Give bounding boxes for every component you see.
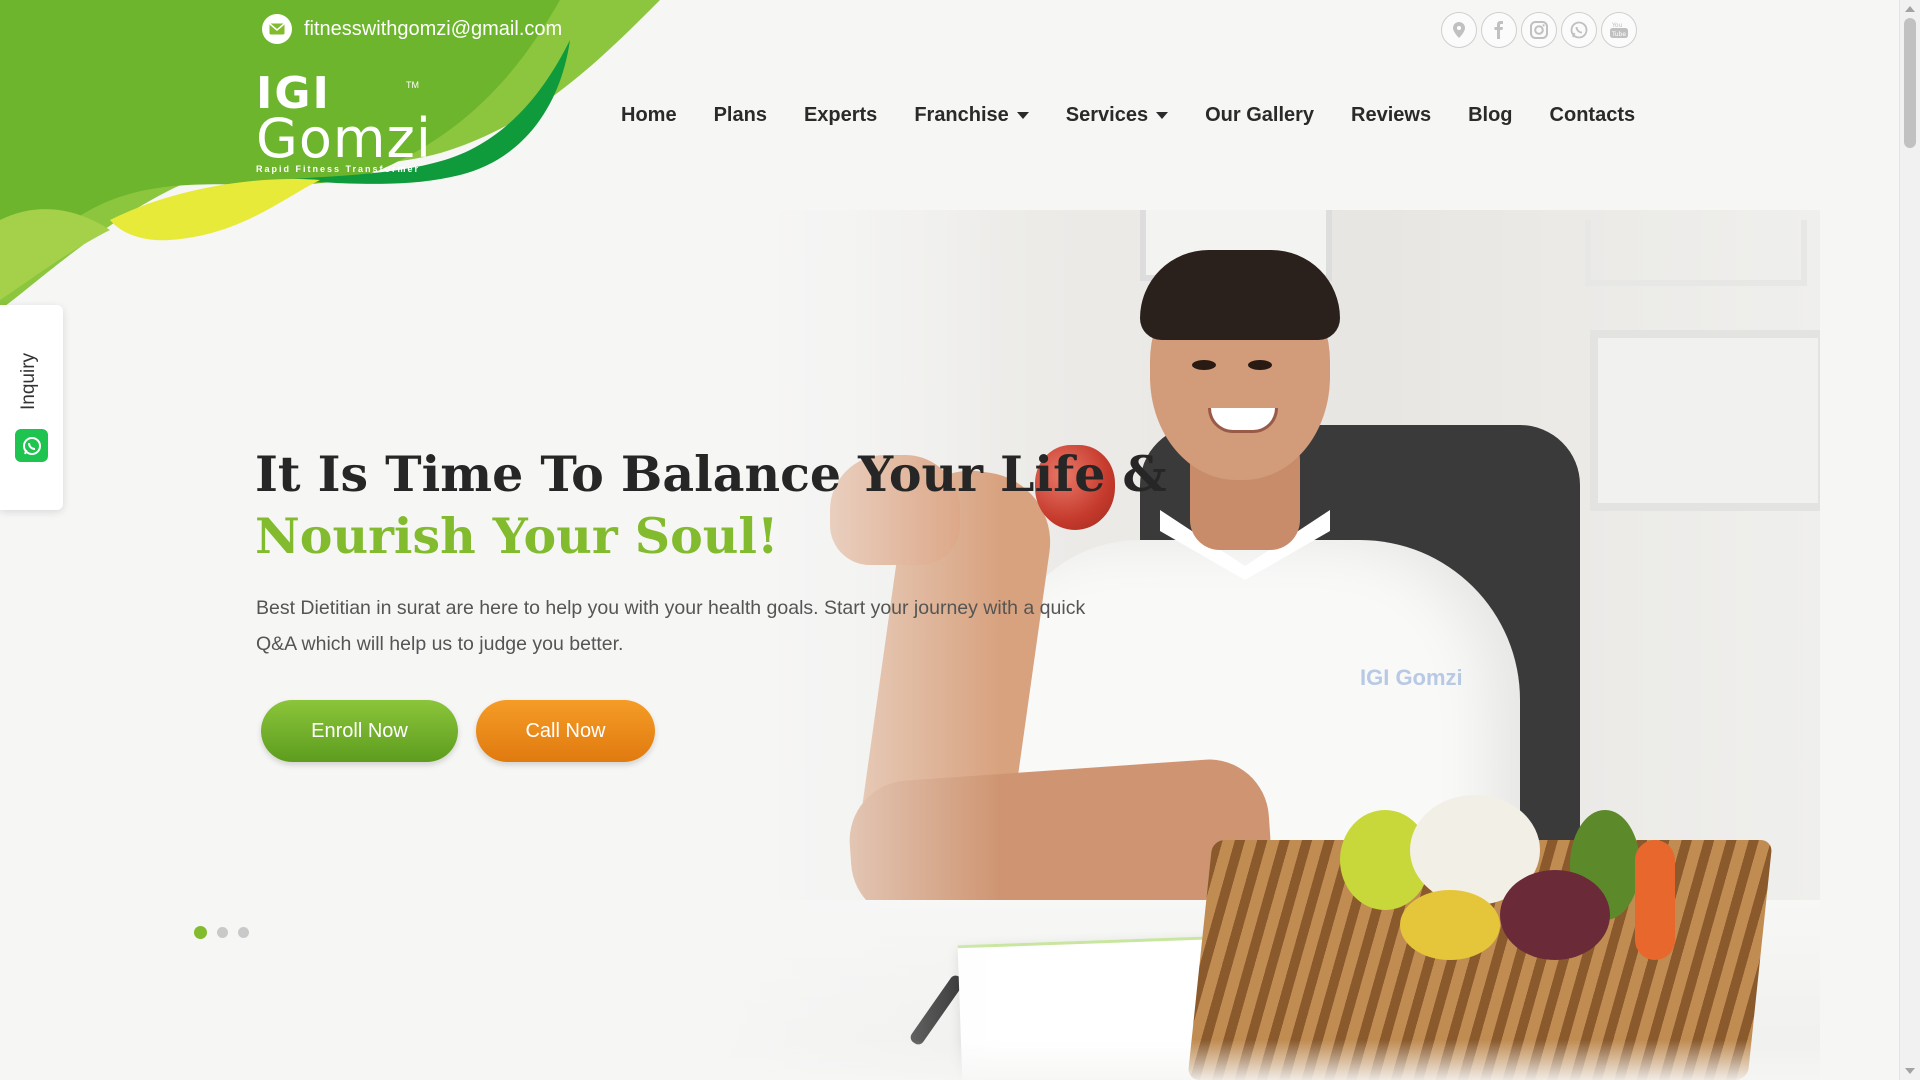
nav-label: Reviews [1351, 104, 1432, 126]
wall-frame [1590, 330, 1820, 511]
logo-wordmark: Gomzi [256, 107, 432, 170]
nav-label: Blog [1468, 104, 1513, 126]
facebook-icon[interactable] [1481, 12, 1517, 48]
instagram-icon[interactable] [1521, 12, 1557, 48]
social-links: You Tube [1441, 12, 1637, 48]
scrollbar-thumb[interactable] [1904, 18, 1916, 148]
slider-pagination [194, 926, 249, 939]
svg-text:You: You [1611, 22, 1623, 29]
page: IGI Gomzi fitnesswithgomzi@gmail.com You… [0, 0, 1920, 1080]
wall-frame [1585, 220, 1807, 286]
gomzi-logo[interactable]: IGI Gomzi Rapid Fitness Transformer TM [256, 72, 432, 175]
contact-email[interactable]: fitnesswithgomzi@gmail.com [262, 14, 562, 44]
nav-label: Contacts [1549, 104, 1636, 126]
nav-label: Home [621, 104, 677, 126]
slide-dot-1[interactable] [194, 926, 207, 939]
hero-heading-line1: It Is Time To Balance Your Life & [255, 445, 1167, 503]
scroll-up-arrow-icon[interactable] [1905, 6, 1915, 12]
whatsapp-icon[interactable] [15, 429, 48, 462]
caret-down-icon [1016, 112, 1029, 119]
call-now-button[interactable]: Call Now [476, 700, 655, 762]
slide-dot-3[interactable] [238, 927, 249, 938]
envelope-icon [262, 14, 292, 44]
hero-heading-line2: Nourish Your Soul! [255, 507, 779, 565]
logo-tagline: Rapid Fitness Transformer [256, 164, 421, 174]
caret-down-icon [1156, 112, 1169, 119]
inquiry-tab[interactable]: Inquiry [0, 305, 63, 510]
svg-text:Tube: Tube [1611, 31, 1626, 38]
nav-home[interactable]: Home [621, 104, 677, 127]
email-text[interactable]: fitnesswithgomzi@gmail.com [304, 18, 562, 41]
whatsapp-icon[interactable] [1561, 12, 1597, 48]
scroll-down-arrow-icon[interactable] [1905, 1068, 1915, 1074]
trademark: TM [406, 80, 419, 90]
hero-description: Best Dietitian in surat are here to help… [256, 597, 1086, 655]
page-scrollbar[interactable] [1899, 0, 1920, 1080]
nav-label: Our Gallery [1205, 104, 1315, 126]
location-icon[interactable] [1441, 12, 1477, 48]
nav-experts[interactable]: Experts [804, 104, 877, 127]
nav-reviews[interactable]: Reviews [1351, 104, 1431, 127]
nav-blog[interactable]: Blog [1468, 104, 1512, 127]
nav-franchise[interactable]: Franchise [914, 104, 1029, 127]
enroll-now-button[interactable]: Enroll Now [261, 700, 458, 762]
slide-dot-2[interactable] [217, 927, 228, 938]
nav-plans[interactable]: Plans [714, 104, 767, 127]
inquiry-label: Inquiry [18, 352, 39, 410]
main-nav: Home Plans Experts Franchise Services Ou… [621, 104, 1635, 127]
youtube-icon[interactable]: You Tube [1601, 12, 1637, 48]
nav-services[interactable]: Services [1065, 104, 1169, 127]
shirt-logo: IGI Gomzi [1360, 665, 1463, 690]
nav-contacts[interactable]: Contacts [1550, 104, 1636, 127]
nav-label: Franchise [914, 104, 1009, 126]
nav-label: Plans [713, 104, 767, 126]
nav-label: Experts [803, 104, 878, 126]
nav-our-gallery[interactable]: Our Gallery [1205, 104, 1314, 127]
nav-label: Services [1065, 104, 1149, 126]
hero-heading: It Is Time To Balance Your Life & Nouris… [255, 443, 1167, 567]
